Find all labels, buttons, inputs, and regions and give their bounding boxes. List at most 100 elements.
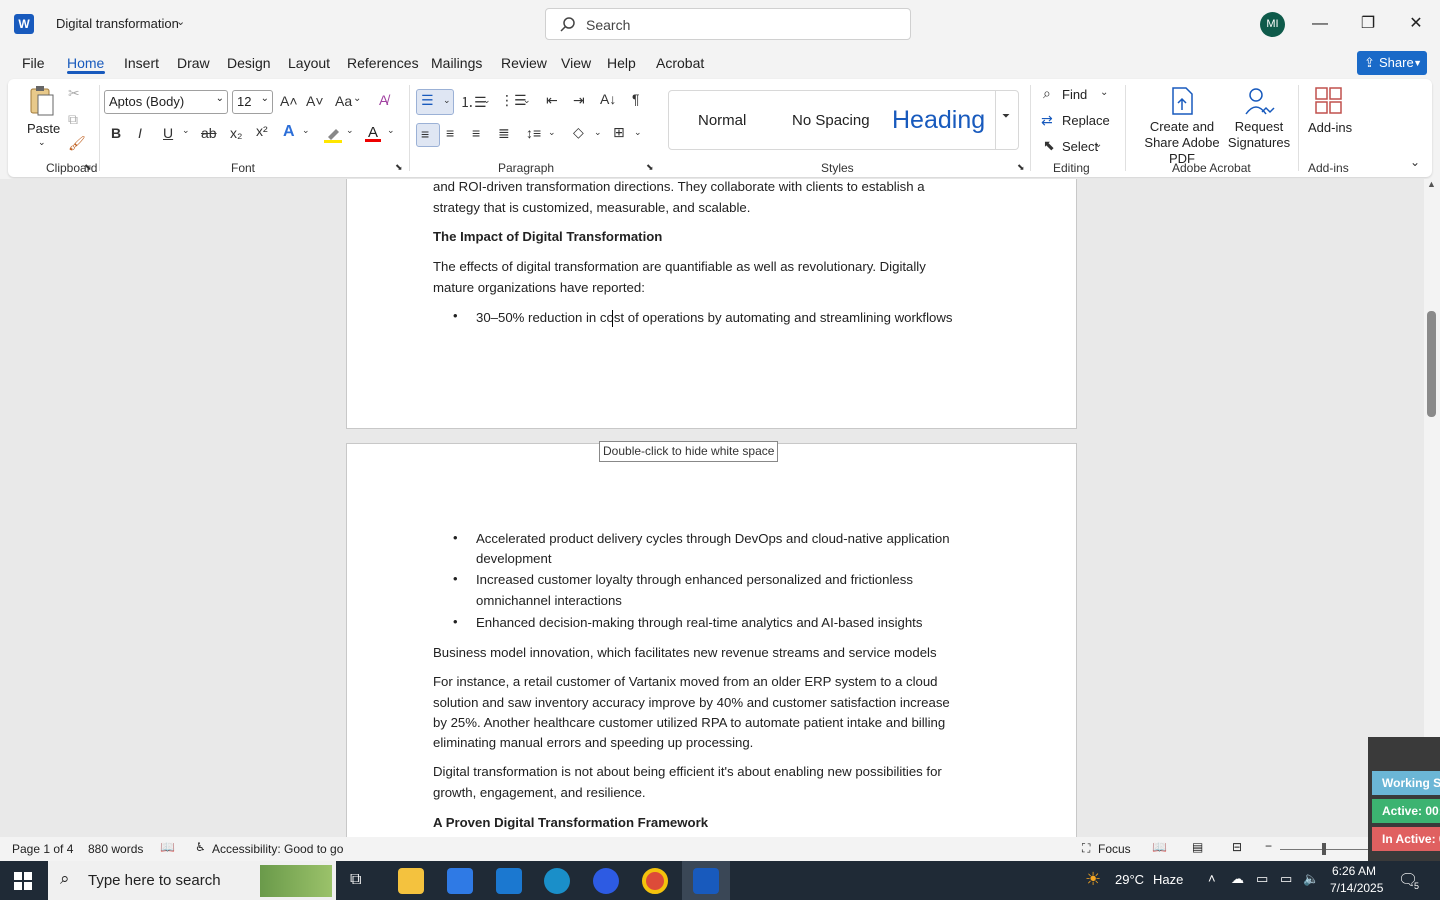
- superscript-icon[interactable]: x²: [256, 123, 268, 139]
- align-right-icon[interactable]: ≡: [472, 125, 480, 141]
- clock-time[interactable]: 6:26 AM: [1332, 864, 1376, 878]
- close-icon[interactable]: ✕: [1404, 12, 1428, 36]
- justify-icon[interactable]: ≣: [498, 125, 510, 142]
- zoom-out-icon[interactable]: −: [1265, 839, 1272, 853]
- styles-more-button[interactable]: ⏷: [995, 91, 1019, 149]
- shrink-font-icon[interactable]: A˅: [306, 93, 324, 109]
- focus-button[interactable]: Focus: [1098, 842, 1131, 856]
- tab-review[interactable]: Review: [501, 55, 547, 71]
- find-button[interactable]: Find: [1062, 87, 1087, 102]
- weather-temp[interactable]: 29°C: [1115, 872, 1144, 887]
- avatar[interactable]: MI: [1260, 12, 1285, 37]
- clear-formatting-icon[interactable]: A̸: [379, 92, 388, 108]
- change-case-icon[interactable]: Aa: [335, 93, 352, 109]
- volume-icon[interactable]: 🔈: [1303, 871, 1319, 887]
- tab-acrobat[interactable]: Acrobat: [656, 55, 704, 71]
- select-button[interactable]: Select: [1062, 139, 1098, 154]
- style-normal[interactable]: Normal: [698, 112, 746, 129]
- chevron-down-icon[interactable]: ⌄: [523, 95, 531, 106]
- create-share-pdf-button[interactable]: Create and Share Adobe PDF: [1134, 119, 1230, 167]
- chevron-down-icon[interactable]: ⌄: [182, 125, 190, 136]
- format-painter-icon[interactable]: 🖌: [68, 135, 86, 152]
- minimize-icon[interactable]: —: [1308, 12, 1332, 36]
- subscript-icon[interactable]: x₂: [230, 125, 242, 141]
- tab-layout[interactable]: Layout: [288, 55, 330, 71]
- font-name-combo[interactable]: Aptos (Body) ⌄: [104, 90, 228, 114]
- shading-icon[interactable]: ◇: [573, 124, 584, 141]
- chevron-down-icon[interactable]: ⌄: [634, 127, 642, 138]
- chevron-down-icon[interactable]: ⌄: [216, 93, 224, 104]
- paste-button[interactable]: Paste: [27, 121, 60, 136]
- tab-file[interactable]: File: [22, 55, 45, 71]
- weather-desc[interactable]: Haze: [1153, 872, 1183, 887]
- decrease-indent-icon[interactable]: ⇤: [546, 92, 558, 109]
- chevron-down-icon[interactable]: ⌄: [1100, 87, 1108, 98]
- zoom-app-icon[interactable]: [593, 868, 619, 894]
- chevron-down-icon[interactable]: ⌄: [346, 125, 354, 136]
- read-mode-icon[interactable]: 📖: [1152, 840, 1167, 854]
- tab-design[interactable]: Design: [227, 55, 271, 71]
- network-icon[interactable]: ▭: [1256, 871, 1268, 887]
- web-layout-icon[interactable]: ⊟: [1232, 840, 1242, 854]
- chevron-down-icon[interactable]: ⌄: [1094, 139, 1102, 150]
- page-1[interactable]: and ROI-driven transformation directions…: [346, 179, 1077, 429]
- dialog-launcher-icon[interactable]: ⬊: [395, 162, 403, 173]
- taskbar-search[interactable]: ⌕ Type here to search: [48, 861, 336, 900]
- dialog-launcher-icon[interactable]: ⬊: [646, 162, 654, 173]
- bold-button[interactable]: B: [111, 125, 121, 141]
- chevron-down-icon[interactable]: ⌄: [483, 95, 491, 106]
- text-effects-icon[interactable]: A: [283, 123, 295, 141]
- mail-icon[interactable]: [496, 868, 522, 894]
- collapse-ribbon-icon[interactable]: ⌄: [1410, 155, 1420, 169]
- chevron-down-icon[interactable]: ⌄: [261, 93, 269, 104]
- chevron-down-icon[interactable]: ⌄: [594, 127, 602, 138]
- italic-button[interactable]: I: [138, 125, 142, 141]
- store-icon[interactable]: [447, 868, 473, 894]
- edge-icon[interactable]: [544, 868, 570, 894]
- grow-font-icon[interactable]: A˄: [280, 93, 298, 109]
- sort-icon[interactable]: A↓: [600, 91, 616, 107]
- file-explorer-icon[interactable]: [398, 868, 424, 894]
- increase-indent-icon[interactable]: ⇥: [573, 92, 585, 109]
- accessibility-status[interactable]: Accessibility: Good to go: [212, 842, 343, 856]
- style-heading[interactable]: Heading: [892, 106, 985, 135]
- line-spacing-icon[interactable]: ↕≡: [526, 125, 541, 141]
- add-ins-button[interactable]: Add-ins: [1308, 120, 1352, 135]
- windows-start-icon[interactable]: [14, 872, 32, 890]
- highlight-icon[interactable]: [324, 125, 342, 143]
- zoom-thumb[interactable]: [1322, 843, 1326, 855]
- font-size-combo[interactable]: 12 ⌄: [232, 90, 273, 114]
- tab-help[interactable]: Help: [607, 55, 636, 71]
- wifi-icon[interactable]: ▭: [1280, 871, 1292, 887]
- chevron-down-icon[interactable]: ⌄: [353, 93, 361, 104]
- word-count[interactable]: 880 words: [88, 842, 143, 856]
- chevron-down-icon[interactable]: ⌄: [176, 15, 185, 28]
- align-center-icon[interactable]: ≡: [446, 125, 454, 141]
- copy-icon[interactable]: ⧉: [68, 111, 78, 128]
- strikethrough-button[interactable]: ab: [201, 125, 217, 141]
- chevron-down-icon[interactable]: ⌄: [38, 137, 46, 148]
- task-view-icon[interactable]: ⧉: [350, 871, 361, 889]
- chevron-down-icon[interactable]: ⌄: [387, 125, 395, 136]
- chevron-down-icon[interactable]: ⌄: [302, 125, 310, 136]
- chevron-down-icon[interactable]: ⌄: [548, 127, 556, 138]
- restore-icon[interactable]: ❐: [1356, 12, 1380, 36]
- scroll-thumb[interactable]: [1427, 311, 1436, 417]
- chrome-icon[interactable]: [642, 868, 668, 894]
- dialog-launcher-icon[interactable]: ⬊: [1017, 162, 1025, 173]
- chevron-up-icon[interactable]: ˄: [1208, 871, 1216, 886]
- chevron-down-icon[interactable]: ▼: [1413, 51, 1422, 75]
- borders-icon[interactable]: ⊞: [613, 124, 625, 141]
- paste-icon[interactable]: [28, 85, 56, 117]
- tab-home[interactable]: Home: [67, 55, 104, 71]
- print-layout-icon[interactable]: ▤: [1192, 840, 1203, 854]
- replace-button[interactable]: Replace: [1062, 113, 1110, 128]
- document-canvas[interactable]: and ROI-driven transformation directions…: [0, 179, 1424, 837]
- underline-button[interactable]: U: [163, 125, 173, 141]
- font-color-icon[interactable]: A: [365, 123, 381, 143]
- show-marks-icon[interactable]: ¶: [632, 91, 640, 107]
- time-tracker-widget[interactable]: Working S Active: 00: In Active: 0: [1368, 737, 1440, 861]
- tab-insert[interactable]: Insert: [124, 55, 159, 71]
- chevron-down-icon[interactable]: ⌄: [443, 95, 451, 106]
- request-signatures-button[interactable]: Request Signatures: [1224, 119, 1294, 151]
